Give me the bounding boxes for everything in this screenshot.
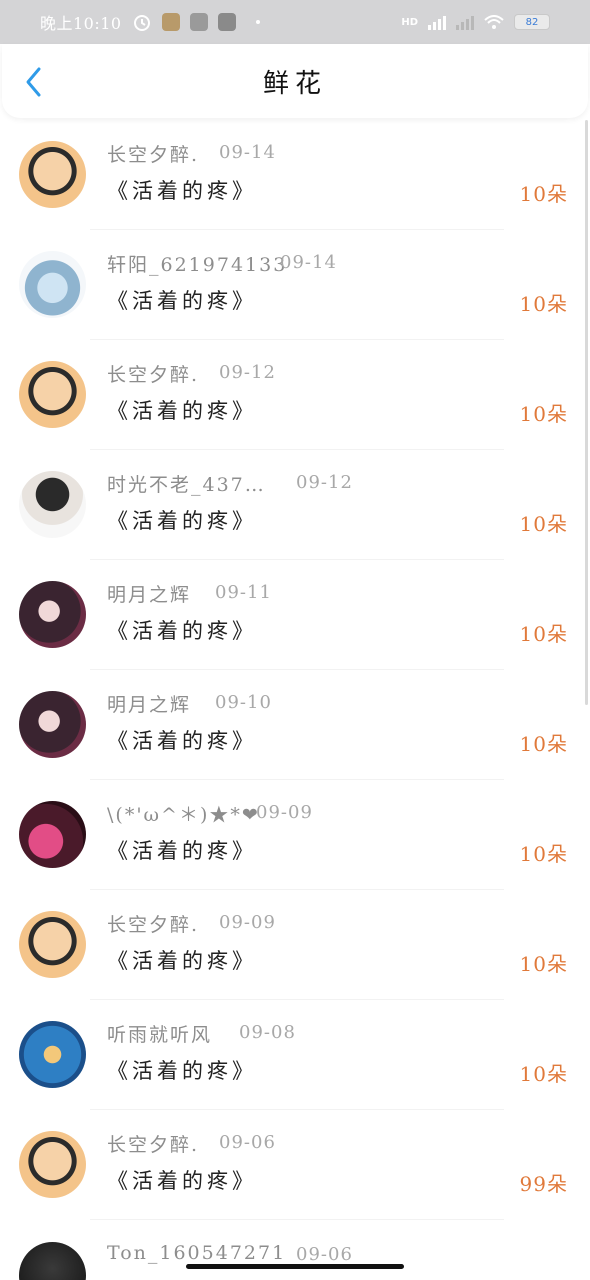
date: 09-10 [215, 692, 272, 713]
username: 时光不老_437… [107, 474, 266, 496]
book-title: 《活着的疼》 [107, 619, 257, 643]
flower-count: 10朵 [519, 732, 568, 756]
avatar[interactable] [19, 911, 86, 978]
avatar[interactable] [19, 801, 86, 868]
username: 轩阳_621974133 [107, 254, 288, 276]
flower-count: 10朵 [519, 842, 568, 866]
alarm-icon [133, 15, 150, 31]
back-button[interactable] [18, 64, 48, 100]
list-item[interactable]: 时光不老_437… 09-12 《活着的疼》 10朵 [0, 450, 590, 560]
avatar[interactable] [19, 251, 86, 318]
username: 长空夕醉. [107, 914, 200, 936]
username: \(*'ω^＊)★*❤ [107, 804, 260, 826]
flower-count: 99朵 [519, 1172, 568, 1196]
username: 听雨就听风 [107, 1024, 213, 1046]
book-title: 《活着的疼》 [107, 839, 257, 863]
avatar[interactable] [19, 1131, 86, 1198]
flower-count: 10朵 [519, 622, 568, 646]
network-type-label: HD [401, 16, 418, 28]
list-item[interactable]: 听雨就听风 09-08 《活着的疼》 10朵 [0, 1000, 590, 1110]
username: 长空夕醉. [107, 1134, 200, 1156]
status-bar: 晚上10:10 HD 82 [0, 0, 590, 44]
nav-bar: 鲜花 [2, 44, 588, 118]
avatar[interactable] [19, 141, 86, 208]
date: 09-12 [296, 472, 353, 493]
date: 09-08 [239, 1022, 296, 1043]
date: 09-06 [219, 1132, 276, 1153]
list-item[interactable]: 明月之辉 09-10 《活着的疼》 10朵 [0, 670, 590, 780]
battery-icon: 82 [514, 14, 550, 30]
avatar[interactable] [19, 1021, 86, 1088]
flower-count: 10朵 [519, 402, 568, 426]
date: 09-06 [296, 1244, 353, 1265]
flower-count: 10朵 [519, 292, 568, 316]
flower-count: 10朵 [519, 952, 568, 976]
home-indicator[interactable] [186, 1264, 404, 1269]
signal-2-icon [456, 14, 474, 30]
partial-list-item[interactable]: Ton_160547271 09-06 [0, 1220, 590, 1280]
list-item[interactable]: 长空夕醉. 09-09 《活着的疼》 10朵 [0, 890, 590, 1000]
book-title: 《活着的疼》 [107, 289, 257, 313]
book-title: 《活着的疼》 [107, 179, 257, 203]
list-item[interactable]: 明月之辉 09-11 《活着的疼》 10朵 [0, 560, 590, 670]
date: 09-12 [219, 362, 276, 383]
app-notification-icon [189, 13, 208, 31]
battery-level: 82 [525, 16, 539, 28]
signal-icon [428, 14, 446, 30]
username: 明月之辉 [107, 694, 192, 716]
date: 09-14 [219, 142, 276, 163]
username: 长空夕醉. [107, 144, 200, 166]
flower-record-list: 长空夕醉. 09-14 《活着的疼》 10朵 轩阳_621974133 09-14 《活着的… [0, 120, 590, 1220]
app-notification-icon [161, 13, 180, 31]
page-title: 鲜花 [262, 68, 327, 99]
book-title: 《活着的疼》 [107, 1169, 257, 1193]
list-item[interactable]: 长空夕醉. 09-12 《活着的疼》 10朵 [0, 340, 590, 450]
username: 明月之辉 [107, 584, 192, 606]
wifi-icon [484, 15, 504, 29]
avatar[interactable] [19, 1242, 86, 1280]
book-title: 《活着的疼》 [107, 509, 257, 533]
app-notification-icon [217, 13, 236, 31]
date: 09-09 [219, 912, 276, 933]
avatar[interactable] [19, 581, 86, 648]
flower-count: 10朵 [519, 1062, 568, 1086]
list-item[interactable]: 长空夕醉. 09-06 《活着的疼》 99朵 [0, 1110, 590, 1220]
book-title: 《活着的疼》 [107, 729, 257, 753]
flower-count: 10朵 [519, 182, 568, 206]
chevron-left-icon [26, 67, 41, 97]
book-title: 《活着的疼》 [107, 949, 257, 973]
book-title: 《活着的疼》 [107, 1059, 257, 1083]
username: Ton_160547271 [107, 1242, 287, 1264]
username: 长空夕醉. [107, 364, 200, 386]
avatar[interactable] [19, 691, 86, 758]
list-item[interactable]: 轩阳_621974133 09-14 《活着的疼》 10朵 [0, 230, 590, 340]
status-right: HD 82 [401, 14, 550, 30]
book-title: 《活着的疼》 [107, 399, 257, 423]
avatar[interactable] [19, 361, 86, 428]
date: 09-11 [215, 582, 272, 603]
avatar[interactable] [19, 471, 86, 538]
date: 09-14 [280, 252, 337, 273]
list-item[interactable]: 长空夕醉. 09-14 《活着的疼》 10朵 [0, 120, 590, 230]
flower-count: 10朵 [519, 512, 568, 536]
status-notification-icons [132, 12, 260, 32]
more-notifications-dot [255, 20, 260, 24]
date: 09-09 [256, 802, 313, 823]
status-time: 晚上10:10 [40, 14, 122, 33]
list-item[interactable]: \(*'ω^＊)★*❤ 09-09 《活着的疼》 10朵 [0, 780, 590, 890]
